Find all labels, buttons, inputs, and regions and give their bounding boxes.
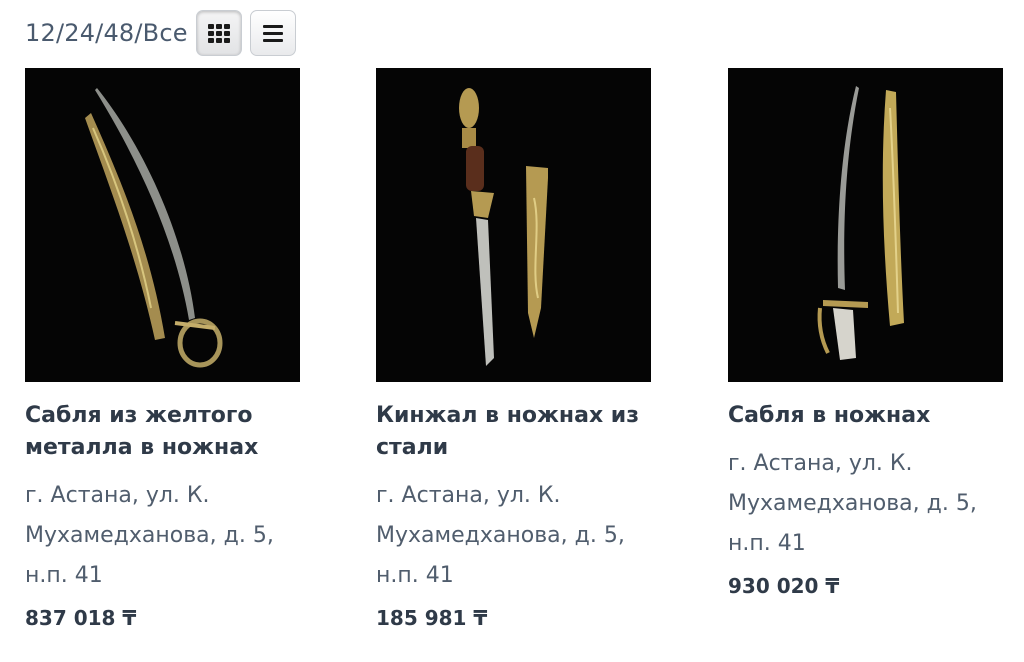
- grid-view-button[interactable]: [195, 10, 242, 56]
- dagger-with-scabbard-image: [459, 88, 548, 366]
- list-icon: [262, 24, 283, 42]
- view-toolbar: 12/24/48/Все: [25, 10, 304, 56]
- product-card[interactable]: Кинжал в ножнах из стали г. Астана, ул. …: [376, 68, 651, 630]
- product-price: 185 981 ₸: [376, 606, 488, 630]
- product-title[interactable]: Кинжал в ножнах из стали: [376, 400, 651, 464]
- product-price: 930 020 ₸: [728, 574, 840, 598]
- sabre-with-scabbard-image: [817, 86, 904, 360]
- product-card[interactable]: Сабля в ножнах г. Астана, ул. К. Мухамед…: [728, 68, 1003, 598]
- product-card[interactable]: Сабля из желтого металла в ножнах г. Аст…: [25, 68, 300, 630]
- product-image[interactable]: [728, 68, 1003, 382]
- product-title[interactable]: Сабля в ножнах: [728, 400, 1003, 432]
- product-address: г. Астана, ул. К. Мухамедханова, д. 5, н…: [728, 451, 977, 556]
- sabre-with-scabbard-image: [85, 88, 223, 368]
- grid-icon: [207, 23, 230, 43]
- product-address: г. Астана, ул. К. Мухамедханова, д. 5, н…: [376, 483, 625, 588]
- product-title[interactable]: Сабля из желтого металла в ножнах: [25, 400, 300, 464]
- product-image[interactable]: [376, 68, 651, 382]
- product-image[interactable]: [25, 68, 300, 382]
- list-view-button[interactable]: [249, 10, 296, 56]
- items-per-page-selector[interactable]: 12/24/48/Все: [25, 19, 188, 47]
- product-address: г. Астана, ул. К. Мухамедханова, д. 5, н…: [25, 483, 274, 588]
- product-price: 837 018 ₸: [25, 606, 137, 630]
